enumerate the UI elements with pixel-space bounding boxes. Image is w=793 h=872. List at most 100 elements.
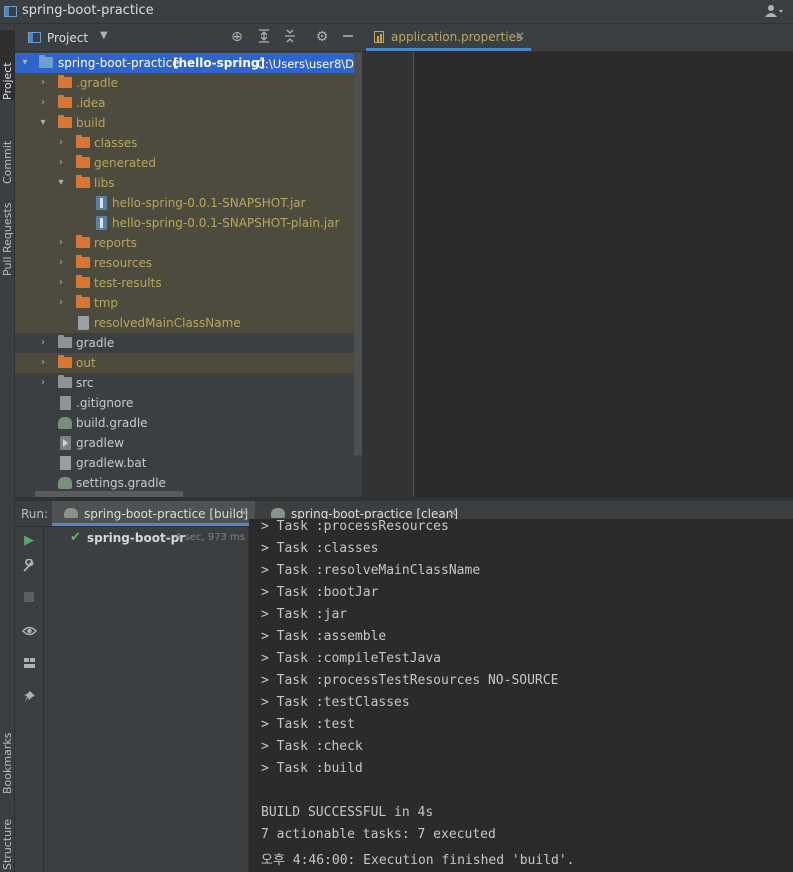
stop-icon[interactable] [21,591,37,607]
tab-run-build[interactable]: spring-boot-practice [build] ✕ [52,501,255,526]
tree-item-resolved-main-class-name[interactable]: resolvedMainClassName [15,313,362,333]
run-label: Run: [21,507,49,521]
collapse-all-icon[interactable] [282,29,298,45]
folder-icon [39,55,53,68]
layout-icon[interactable] [21,657,37,673]
folder-icon [76,135,90,148]
chevron-right-icon[interactable]: › [38,376,48,390]
tree-item-libs[interactable]: ▾ libs [15,173,362,193]
tree-item-out[interactable]: › out [15,353,362,373]
gear-icon[interactable]: ⚙ [314,29,330,45]
console-line: > Task :assemble [261,629,387,644]
tree-item-resources[interactable]: › resources [15,253,362,273]
run-icon[interactable]: ▶ [21,533,37,549]
chevron-down-icon[interactable]: ▾ [20,56,30,70]
tree-item-label: gradlew [76,436,125,450]
pin-icon[interactable] [21,690,37,706]
folder-icon [76,275,90,288]
chevron-down-icon[interactable]: ▼ [100,30,108,41]
folder-icon [76,255,90,268]
chevron-right-icon[interactable]: › [56,296,66,310]
chevron-right-icon[interactable]: › [56,276,66,290]
tree-item-label: .idea [76,96,106,110]
properties-file-icon [374,31,384,43]
close-icon[interactable]: ✕ [239,506,249,520]
tree-item-gradle[interactable]: › gradle [15,333,362,353]
console-line: > Task :compileTestJava [261,651,442,666]
tab-project[interactable]: Project [0,30,15,100]
chevron-right-icon[interactable]: › [38,96,48,110]
console-line: > Task :processTestResources NO-SOURCE [261,673,559,688]
tree-scrollbar[interactable] [354,52,362,455]
tree-item-plain-jar[interactable]: hello-spring-0.0.1-SNAPSHOT-plain.jar [15,213,362,233]
tree-item-gradle-cache[interactable]: › .gradle [15,73,362,93]
console-line: > Task :testClasses [261,695,410,710]
tree-item-label: hello-spring-0.0.1-SNAPSHOT-plain.jar [112,216,340,230]
tab-pull-requests[interactable]: Pull Requests [0,184,15,276]
gradle-file-icon [58,477,72,489]
tree-item-gradlew[interactable]: gradlew [15,433,362,453]
gradle-elephant-icon [64,508,78,518]
jar-file-icon [96,196,107,210]
close-icon[interactable]: ✕ [448,506,458,520]
chevron-right-icon[interactable]: › [56,136,66,150]
project-view-icon [28,32,41,43]
batch-file-icon [60,456,71,470]
chevron-right-icon[interactable]: › [38,76,48,90]
tree-item-reports[interactable]: › reports [15,233,362,253]
tree-item-tmp[interactable]: › tmp [15,293,362,313]
tree-item-src[interactable]: › src [15,373,362,393]
executable-file-icon [60,436,71,450]
chevron-down-icon[interactable]: ▾ [56,176,66,190]
tree-item-label: .gitignore [76,396,134,410]
console-output[interactable]: > Task :processResources > Task :classes… [249,519,793,872]
tree-item-label: build.gradle [76,416,148,430]
chevron-right-icon[interactable]: › [38,356,48,370]
editor-gutter [362,52,414,497]
success-check-icon: ✔ [70,530,81,545]
run-tree-item[interactable]: spring-boot-pr [87,531,185,545]
tree-item-idea[interactable]: › .idea [15,93,362,113]
project-view-label[interactable]: Project [47,31,88,45]
tree-item-label: resources [94,256,153,270]
tree-item-classes[interactable]: › classes [15,133,362,153]
run-tree: ✔ spring-boot-pr 4 sec, 973 ms [44,527,249,872]
wrench-icon[interactable] [21,558,37,575]
tree-item-jar[interactable]: hello-spring-0.0.1-SNAPSHOT.jar [15,193,362,213]
tree-item-label: .gradle [76,76,119,90]
tree-item-gitignore[interactable]: .gitignore [15,393,362,413]
chevron-right-icon[interactable]: › [56,156,66,170]
chevron-right-icon[interactable]: › [56,236,66,250]
chevron-down-icon[interactable]: ▾ [38,116,48,130]
window-title: spring-boot-practice [22,3,154,18]
editor-area[interactable] [362,52,793,497]
tree-item-gradlew-bat[interactable]: gradlew.bat [15,453,362,473]
close-icon[interactable]: ✕ [515,29,525,43]
locate-icon[interactable]: ⊕ [229,29,245,45]
editor-tab-label: application.properties [391,30,523,44]
run-toolbar: ▶ [15,527,44,872]
folder-icon [58,75,72,88]
tab-application-properties[interactable]: application.properties ✕ [366,24,531,51]
tree-item-generated[interactable]: › generated [15,153,362,173]
tree-item-settings-gradle[interactable]: settings.gradle [15,473,362,493]
minimize-icon[interactable] [340,29,356,45]
chevron-right-icon[interactable]: › [56,256,66,270]
eye-icon[interactable] [21,625,37,641]
tab-structure[interactable]: Structure [0,808,15,870]
user-icon[interactable] [765,4,785,21]
tab-commit[interactable]: Commit [0,106,15,184]
tree-horizontal-scrollbar[interactable] [35,491,183,497]
tree-item-test-results[interactable]: › test-results [15,273,362,293]
file-icon [78,316,89,330]
expand-all-icon[interactable] [256,29,272,45]
tree-item-label: classes [94,136,138,150]
tree-item-label: generated [94,156,156,170]
tree-item-build[interactable]: ▾ build [15,113,362,133]
tab-bookmarks[interactable]: Bookmarks [0,714,15,794]
gradle-file-icon [58,417,72,429]
chevron-right-icon[interactable]: › [38,336,48,350]
tree-item-build-gradle[interactable]: build.gradle [15,413,362,433]
tree-root[interactable]: ▾ spring-boot-practice [hello-spring] C:… [15,53,362,73]
folder-icon [76,235,90,248]
